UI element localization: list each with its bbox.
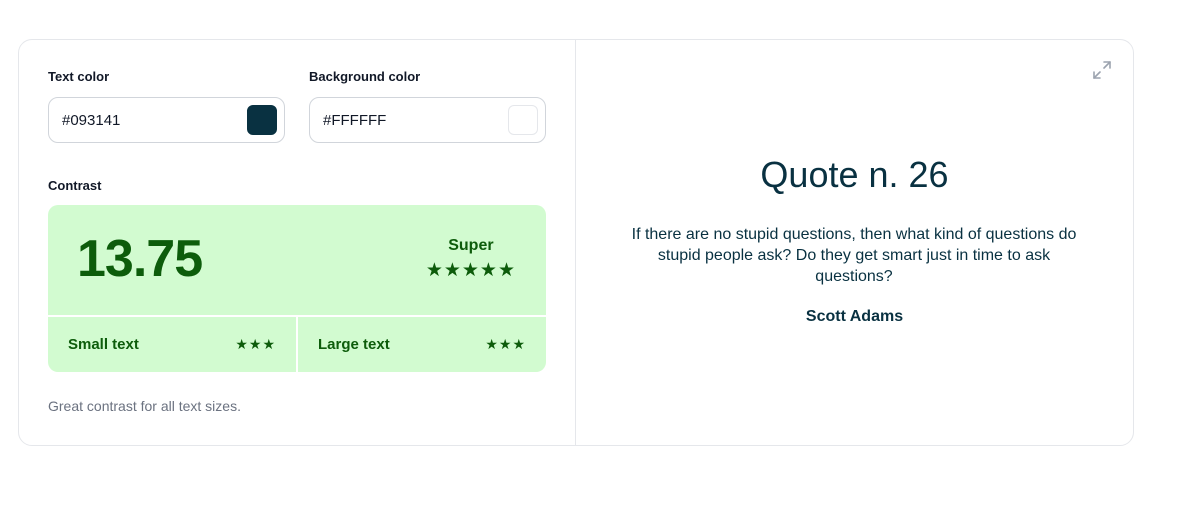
- background-color-input[interactable]: [323, 111, 473, 129]
- background-color-field[interactable]: [309, 97, 546, 143]
- small-text-result: Small text ★★★: [48, 317, 296, 372]
- small-text-label: Small text: [68, 336, 139, 353]
- text-color-field[interactable]: [48, 97, 285, 143]
- large-text-result: Large text ★★★: [296, 317, 546, 372]
- contrast-label: Contrast: [48, 178, 102, 193]
- quote-text: If there are no stupid questions, then w…: [631, 226, 1077, 285]
- text-color-swatch[interactable]: [247, 105, 277, 135]
- background-color-label: Background color: [309, 69, 421, 84]
- contrast-result-box: 13.75 Super ★★★★★ Small text ★★★ Large t…: [48, 205, 546, 372]
- text-color-input[interactable]: [62, 111, 212, 129]
- contrast-hint: Great contrast for all text sizes.: [48, 398, 241, 414]
- expand-icon[interactable]: [1091, 59, 1113, 81]
- large-text-stars-icon: ★★★: [485, 336, 526, 352]
- large-text-label: Large text: [318, 336, 390, 353]
- background-color-swatch[interactable]: [508, 105, 538, 135]
- rating-label: Super: [448, 237, 494, 254]
- rating-stars-icon: ★★★★★: [425, 260, 516, 281]
- preview-panel: Quote n. 26 If there are no stupid quest…: [576, 40, 1133, 445]
- small-text-stars-icon: ★★★: [235, 336, 276, 352]
- controls-panel: Text color Background color Contrast 13.…: [19, 40, 576, 445]
- quote-author: Scott Adams: [805, 308, 904, 325]
- contrast-ratio: 13.75: [77, 230, 203, 288]
- contrast-checker-card: Text color Background color Contrast 13.…: [18, 39, 1134, 446]
- text-size-results: Small text ★★★ Large text ★★★: [48, 315, 546, 372]
- contrast-rating: Super ★★★★★: [426, 237, 516, 282]
- text-color-label: Text color: [48, 69, 110, 84]
- quote-title: Quote n. 26: [760, 154, 949, 195]
